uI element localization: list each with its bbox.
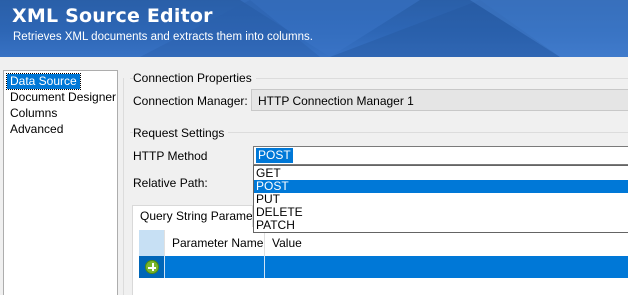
http-method-selected-value[interactable]: POST	[256, 148, 293, 163]
sidebar-item-document-designer[interactable]: Document Designer	[7, 90, 119, 105]
sidebar-item-data-source[interactable]: Data Source	[6, 73, 81, 90]
add-row-icon[interactable]	[145, 260, 159, 274]
grid-corner-header[interactable]	[139, 230, 165, 256]
cell-separator	[264, 256, 265, 278]
editor-title: XML Source Editor	[12, 5, 213, 27]
sidebar-nav: Data Source Document Designer Columns Ad…	[3, 70, 118, 295]
sidebar-item-advanced[interactable]: Advanced	[7, 122, 66, 137]
row-header[interactable]	[139, 256, 165, 278]
column-header-parameter-name[interactable]: Parameter Name	[165, 230, 265, 256]
query-params-grid[interactable]: Parameter Name Value	[139, 230, 628, 278]
content-divider	[123, 78, 124, 295]
dropdown-option-post[interactable]: POST	[254, 180, 628, 193]
connection-manager-field[interactable]: HTTP Connection Manager 1	[251, 89, 628, 111]
editor-subtitle: Retrieves XML documents and extracts the…	[13, 31, 313, 43]
sidebar-item-columns[interactable]: Columns	[7, 106, 60, 121]
dropdown-option-delete[interactable]: DELETE	[254, 206, 628, 219]
dropdown-option-patch[interactable]: PATCH	[254, 219, 628, 232]
editor-header: XML Source Editor Retrieves XML document…	[0, 0, 628, 57]
http-method-combobox[interactable]: POST	[253, 146, 628, 165]
table-row-new[interactable]	[139, 256, 628, 278]
dropdown-option-get[interactable]: GET	[254, 167, 628, 180]
connection-manager-label: Connection Manager:	[133, 94, 248, 108]
request-group-label: Request Settings	[133, 126, 229, 140]
http-method-dropdown-list[interactable]: GET POST PUT DELETE PATCH	[253, 165, 628, 233]
relative-path-label: Relative Path:	[133, 176, 208, 190]
connection-group-label: Connection Properties	[133, 71, 256, 85]
http-method-label: HTTP Method	[133, 149, 208, 163]
column-header-value[interactable]: Value	[265, 230, 628, 256]
tab-query-string-parameters[interactable]: Query String Parameters	[132, 205, 253, 227]
dropdown-option-put[interactable]: PUT	[254, 193, 628, 206]
